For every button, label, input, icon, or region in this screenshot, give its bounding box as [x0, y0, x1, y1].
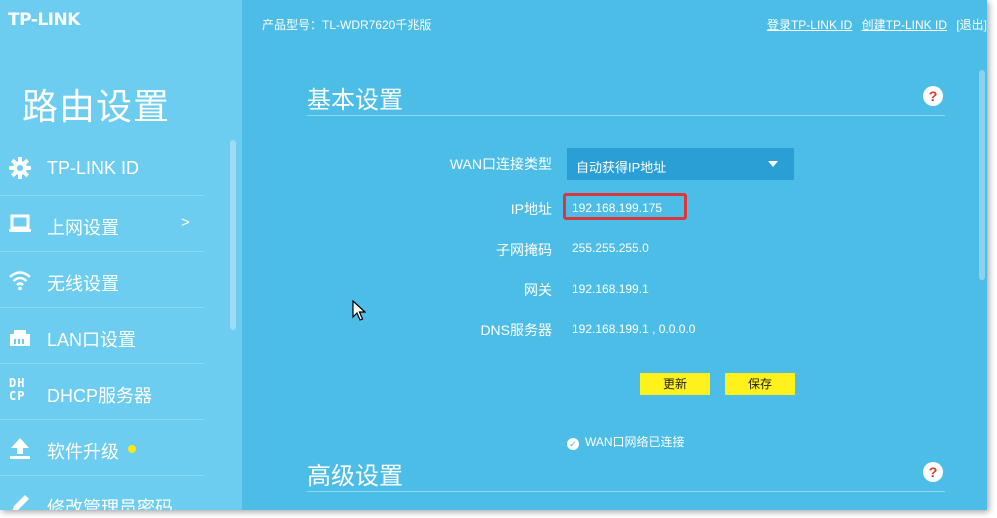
pencil-icon — [8, 492, 32, 510]
gear-icon — [8, 156, 32, 180]
advanced-settings-header: 高级设置 ? — [307, 456, 945, 492]
logout-link[interactable]: [退出] — [956, 18, 987, 32]
caret-down-icon — [768, 161, 778, 167]
sidebar-scrollbar[interactable] — [230, 140, 236, 330]
dhcp-icon: DH CP — [9, 376, 33, 405]
sidebar-item-tplink-id[interactable]: TP-LINK ID — [0, 140, 204, 196]
advanced-settings-title: 高级设置 — [307, 463, 403, 490]
gateway-value: 192.168.199.1 — [572, 282, 649, 296]
wan-status-text: WAN口网络已连接 — [585, 435, 685, 449]
laptop-icon — [8, 212, 32, 236]
dhcp-icon-top: DH — [9, 376, 25, 390]
tplink-logo: TP-LINK — [8, 10, 80, 30]
sidebar-nav: TP-LINK ID 上网设置 > 无线设置 LAN口设置 DH CP DHCP… — [0, 140, 204, 510]
dns-server-value: 192.168.199.1 , 0.0.0.0 — [572, 322, 696, 336]
help-icon[interactable]: ? — [923, 86, 943, 106]
mouse-pointer-icon — [352, 299, 367, 322]
sidebar-item-label: LAN口设置 — [47, 330, 137, 350]
sidebar-item-label: 无线设置 — [47, 274, 119, 294]
router-admin-window: 路由设置 TP-LINK ID 上网设置 > 无线设置 LAN口设置 DH CP… — [0, 0, 987, 510]
lan-port-icon — [8, 324, 32, 348]
sidebar-item-dhcp[interactable]: DH CP DHCP服务器 — [0, 364, 204, 420]
subnet-mask-value: 255.255.255.0 — [572, 241, 649, 255]
login-tplink-id-link[interactable]: 登录TP-LINK ID — [767, 18, 852, 32]
help-icon[interactable]: ? — [923, 462, 943, 482]
top-bar: TP-LINK 产品型号：TL-WDR7620千兆版 登录TP-LINK ID … — [0, 0, 987, 44]
save-button[interactable]: 保存 — [725, 373, 795, 395]
sidebar-item-label: TP-LINK ID — [47, 158, 140, 178]
dns-server-label: DNS服务器 — [480, 322, 552, 338]
basic-settings-header: 基本设置 ? — [307, 80, 945, 116]
upload-icon — [8, 436, 32, 460]
refresh-button[interactable]: 更新 — [640, 373, 710, 395]
gateway-label: 网关 — [524, 282, 552, 298]
sidebar-title: 路由设置 — [22, 87, 171, 128]
create-tplink-id-link[interactable]: 创建TP-LINK ID — [862, 18, 947, 32]
product-model: 产品型号：TL-WDR7620千兆版 — [262, 18, 432, 32]
account-links: 登录TP-LINK ID 创建TP-LINK ID [退出] — [761, 16, 987, 33]
sidebar-item-internet[interactable]: 上网设置 > — [0, 196, 204, 252]
sidebar: 路由设置 TP-LINK ID 上网设置 > 无线设置 LAN口设置 DH CP… — [0, 0, 242, 510]
main-scrollbar[interactable] — [979, 70, 985, 280]
sidebar-item-label: 软件升级 — [47, 442, 119, 462]
update-badge-dot — [128, 445, 136, 453]
wan-status: ✓ WAN口网络已连接 — [567, 433, 685, 450]
wan-type-value: 自动获得IP地址 — [576, 160, 667, 175]
ip-highlight-box — [563, 193, 687, 220]
sidebar-item-password[interactable]: 修改管理员密码 — [0, 476, 204, 510]
sidebar-item-wireless[interactable]: 无线设置 — [0, 252, 204, 308]
wan-type-select[interactable]: 自动获得IP地址 — [567, 148, 794, 180]
check-circle-icon: ✓ — [567, 438, 579, 450]
wifi-icon — [8, 268, 32, 292]
sidebar-item-label: 修改管理员密码 — [47, 498, 173, 510]
sidebar-item-label: DHCP服务器 — [47, 386, 153, 406]
sidebar-item-label: 上网设置 — [47, 218, 119, 238]
wan-type-label: WAN口连接类型 — [449, 156, 552, 172]
chevron-right-icon: > — [181, 214, 190, 231]
ip-address-label: IP地址 — [510, 201, 552, 217]
sidebar-item-lan[interactable]: LAN口设置 — [0, 308, 204, 364]
dhcp-icon-bottom: CP — [9, 389, 25, 402]
basic-settings-title: 基本设置 — [307, 87, 403, 114]
sidebar-item-upgrade[interactable]: 软件升级 — [0, 420, 204, 476]
subnet-mask-label: 子网掩码 — [496, 242, 552, 258]
